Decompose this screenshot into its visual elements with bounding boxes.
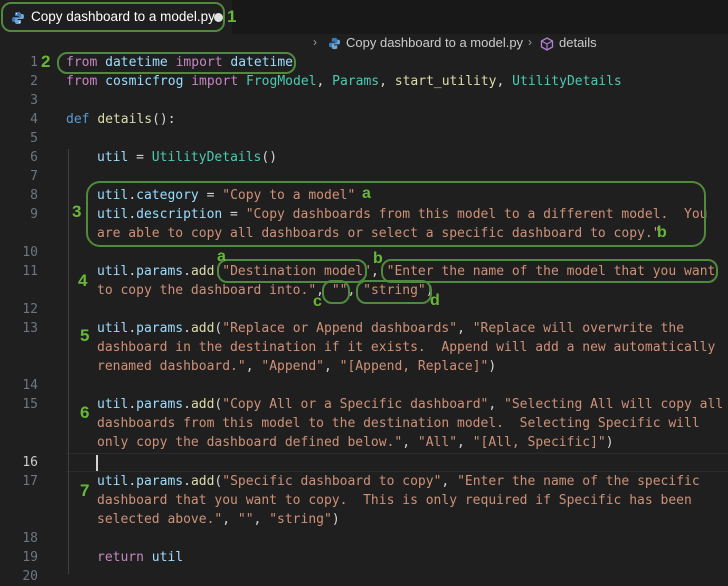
line-number: 16 [22,455,38,470]
annotation-letter: a [217,248,226,265]
chevron-right-icon: › [313,35,317,49]
annotation-box-param-name [217,259,367,283]
code-line[interactable]: util.params.add("Copy All or a Specific … [97,395,723,414]
annotation-number: 3 [72,202,82,221]
line-number: 1 [30,55,38,70]
code-line[interactable]: from cosmicfrog import FrogModel, Params… [66,72,622,91]
line-number: 18 [22,531,38,546]
current-line-highlight [66,453,728,472]
code-line[interactable]: util.params.add("Specific dashboard to c… [97,472,700,491]
code-line[interactable]: return util [97,548,183,567]
line-number: 12 [22,302,38,317]
annotation-number: 1 [227,7,237,26]
annotation-box-param-desc [381,259,718,283]
code-line-wrap[interactable]: dashboards from this model to the destin… [97,414,700,433]
annotation-letter: b [373,250,383,267]
annotation-box-import [57,52,296,74]
code-line[interactable]: def details(): [66,110,176,129]
line-number: 20 [22,569,38,584]
annotation-box-details [86,181,706,247]
indent-guide [68,149,69,574]
line-number: 19 [22,550,38,565]
line-number: 15 [22,397,38,412]
line-number: 4 [30,112,38,127]
code-line-wrap[interactable]: dashboard that you want to copy. This is… [97,491,692,510]
annotation-letter: a [362,185,371,202]
annotation-letter: c [313,293,322,310]
line-number: 8 [30,188,38,203]
annotation-number: 7 [80,481,90,500]
code-line[interactable]: util = UtilityDetails() [97,148,277,167]
annotation-letter: b [657,224,667,241]
code-line-wrap[interactable]: renamed dashboard.", "Append", "[Append,… [97,357,496,376]
python-file-icon [328,37,341,50]
line-number: 9 [30,207,38,222]
line-number: 13 [22,321,38,336]
line-number: 6 [30,150,38,165]
code-line[interactable]: util.params.add("Replace or Append dashb… [97,319,684,338]
line-number: 14 [22,378,38,393]
line-number: 5 [30,131,38,146]
line-number: 3 [30,93,38,108]
method-symbol-icon [540,37,554,51]
annotation-number: 2 [41,52,51,71]
breadcrumb-symbol[interactable]: details [559,35,597,50]
annotation-box-param-type [356,280,432,304]
line-number-gutter: 1 2 3 4 5 6 7 8 9 10 11 12 13 14 15 16 1… [0,0,38,585]
annotation-box-param-default [322,280,350,304]
annotation-letter: d [430,292,440,309]
breadcrumb: › Copy dashboard to a model.py › details [0,34,728,54]
code-line-wrap[interactable]: selected above.", "", "string") [97,510,340,529]
breadcrumb-file[interactable]: Copy dashboard to a model.py [346,35,523,50]
code-line-wrap[interactable]: only copy the dashboard defined below.",… [97,433,614,452]
annotation-box-tab [1,2,225,32]
line-number: 17 [22,474,38,489]
chevron-right-icon: › [528,35,532,49]
annotation-number: 6 [80,403,90,422]
annotation-number: 5 [80,326,90,345]
line-number: 2 [30,74,38,89]
text-cursor [96,455,98,471]
code-line-wrap[interactable]: dashboard in the destination if it exist… [97,338,715,357]
line-number: 11 [22,264,38,279]
annotation-number: 4 [78,271,88,290]
line-number: 7 [30,169,38,184]
line-number: 10 [22,245,38,260]
